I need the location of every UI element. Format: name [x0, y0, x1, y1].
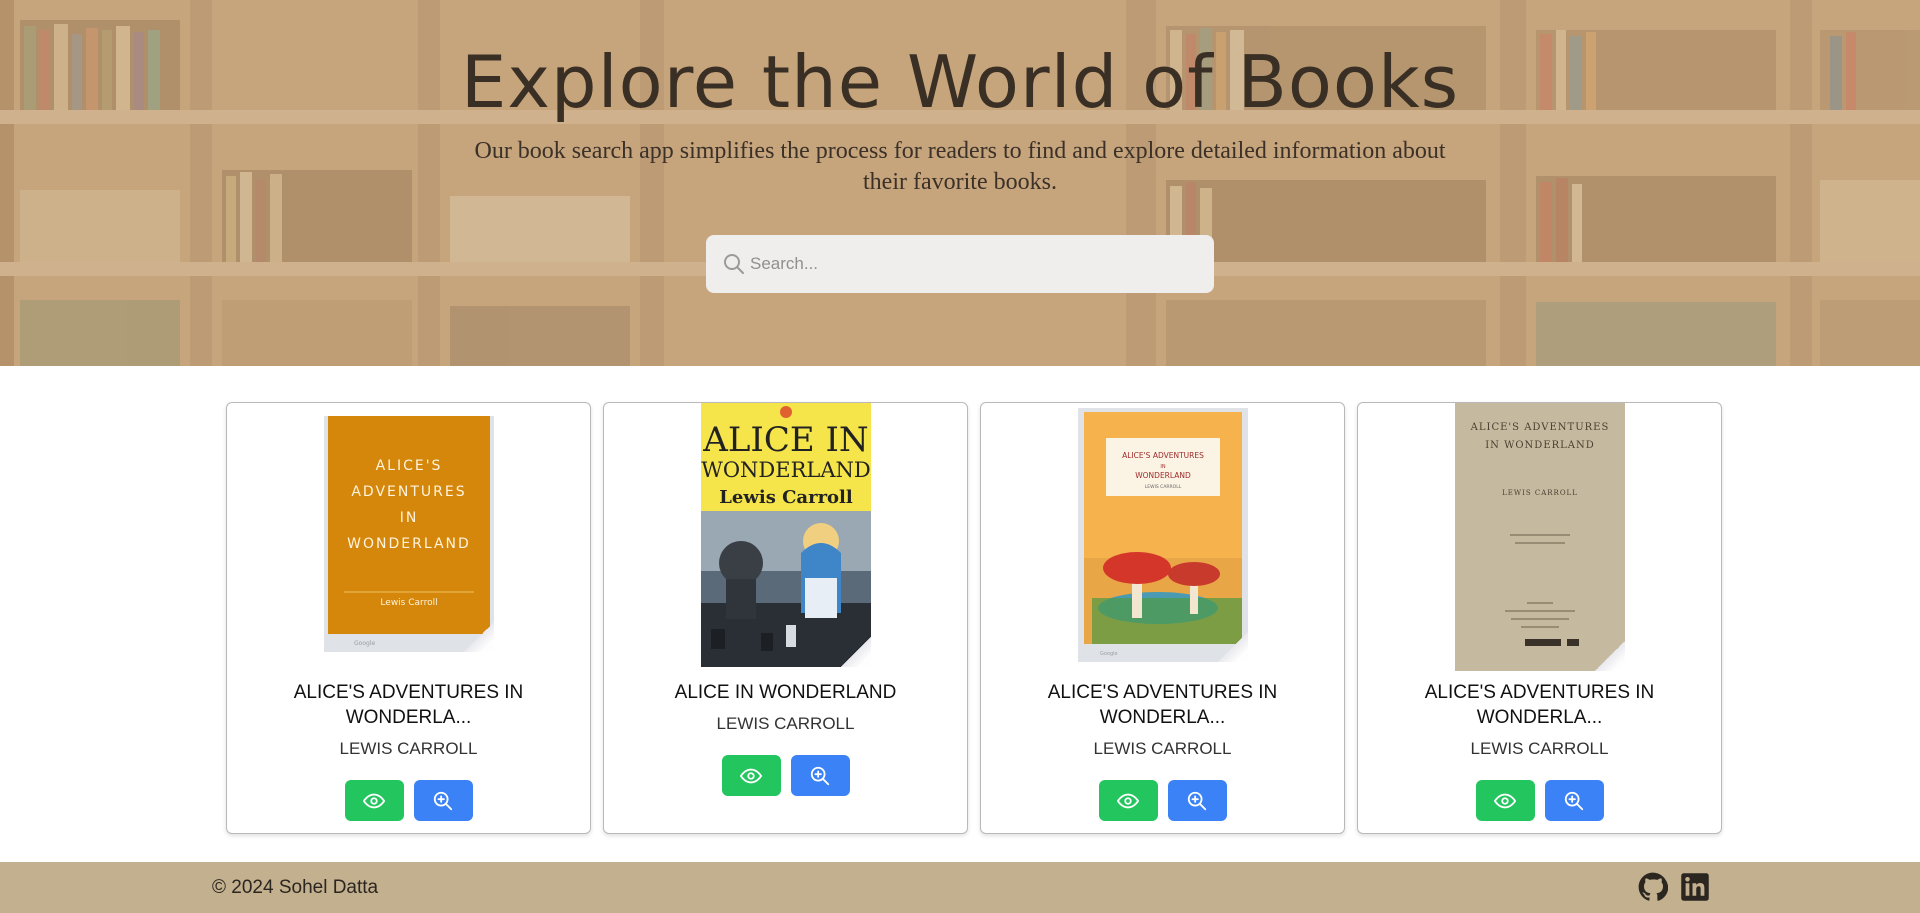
eye-icon [740, 768, 762, 783]
zoom-preview-button[interactable] [790, 755, 850, 796]
svg-text:ALICE IN: ALICE IN [702, 420, 868, 460]
svg-text:ADVENTURES: ADVENTURES [351, 484, 466, 500]
svg-text:Google: Google [1100, 651, 1118, 657]
svg-text:WONDERLAND: WONDERLAND [347, 536, 471, 552]
page-subtitle: Our book search app simplifies the proce… [474, 138, 1446, 195]
book-author: LEWIS CARROLL [1470, 739, 1609, 758]
svg-text:LEWIS CARROLL: LEWIS CARROLL [1502, 489, 1578, 497]
book-author: LEWIS CARROLL [1093, 739, 1232, 758]
svg-text:ALICE'S: ALICE'S [375, 458, 442, 474]
svg-text:Lewis Carroll: Lewis Carroll [719, 487, 853, 508]
zoom-preview-button[interactable] [1544, 780, 1604, 821]
book-author: LEWIS CARROLL [716, 714, 855, 733]
book-title: ALICE'S ADVENTURES IN WONDERLA... [293, 682, 524, 728]
view-details-button[interactable] [1475, 780, 1535, 821]
zoom-in-icon [1564, 791, 1584, 810]
view-details-button[interactable] [344, 780, 404, 821]
copyright-text: © 2024 Sohel Datta [212, 877, 379, 898]
zoom-in-icon [433, 791, 453, 810]
linkedin-icon [1681, 873, 1709, 901]
footer: © 2024 Sohel Datta [0, 862, 1920, 913]
book-cover-image: ALICE'S ADVENTURES IN WONDERLAND LEWIS C… [1077, 408, 1248, 662]
svg-text:IN: IN [1160, 464, 1165, 470]
eye-icon [1117, 793, 1139, 808]
book-cover-image: ALICE'S ADVENTURES IN WONDERLAND Lewis C… [323, 416, 494, 652]
book-card: ALICE'S ADVENTURES IN WONDERLAND LEWIS C… [1357, 402, 1722, 834]
svg-text:Google: Google [354, 640, 375, 647]
book-title: ALICE'S ADVENTURES IN WONDERLA... [1424, 682, 1655, 728]
github-icon [1638, 872, 1669, 901]
zoom-in-icon [810, 766, 830, 785]
book-card: ALICE'S ADVENTURES IN WONDERLAND Lewis C… [226, 402, 591, 834]
book-title: ALICE IN WONDERLAND [674, 682, 897, 703]
svg-text:IN WONDERLAND: IN WONDERLAND [1485, 440, 1595, 451]
svg-text:IN: IN [399, 510, 418, 526]
hero-section: Explore the World of Books Our book sear… [0, 0, 1920, 366]
search-icon [724, 254, 744, 274]
svg-text:Lewis Carroll: Lewis Carroll [380, 598, 437, 608]
zoom-in-icon [1187, 791, 1207, 810]
github-link[interactable] [1638, 872, 1669, 902]
search-bar[interactable] [706, 235, 1214, 293]
book-card: ALICE IN WONDERLAND Lewis Carroll ALICE … [603, 402, 968, 834]
book-title: ALICE'S ADVENTURES IN WONDERLA... [1047, 682, 1278, 728]
search-input[interactable] [750, 235, 1200, 293]
zoom-preview-button[interactable] [1167, 780, 1227, 821]
eye-icon [1494, 793, 1516, 808]
svg-text:ALICE'S ADVENTURES: ALICE'S ADVENTURES [1469, 422, 1609, 433]
svg-text:LEWIS CARROLL: LEWIS CARROLL [1144, 484, 1181, 490]
book-results-grid: ALICE'S ADVENTURES IN WONDERLAND Lewis C… [226, 402, 1722, 834]
linkedin-link[interactable] [1680, 872, 1710, 902]
book-author: LEWIS CARROLL [339, 739, 478, 758]
view-details-button[interactable] [1098, 780, 1158, 821]
svg-text:ALICE'S ADVENTURES: ALICE'S ADVENTURES [1122, 451, 1204, 460]
page-title: Explore the World of Books [460, 40, 1460, 124]
eye-icon [363, 793, 385, 808]
book-card: ALICE'S ADVENTURES IN WONDERLAND LEWIS C… [980, 402, 1345, 834]
book-cover-image: ALICE IN WONDERLAND Lewis Carroll [700, 403, 871, 667]
book-cover-image: ALICE'S ADVENTURES IN WONDERLAND LEWIS C… [1454, 403, 1625, 671]
svg-text:WONDERLAND: WONDERLAND [701, 458, 870, 482]
view-details-button[interactable] [721, 755, 781, 796]
zoom-preview-button[interactable] [413, 780, 473, 821]
svg-text:WONDERLAND: WONDERLAND [1135, 471, 1191, 480]
